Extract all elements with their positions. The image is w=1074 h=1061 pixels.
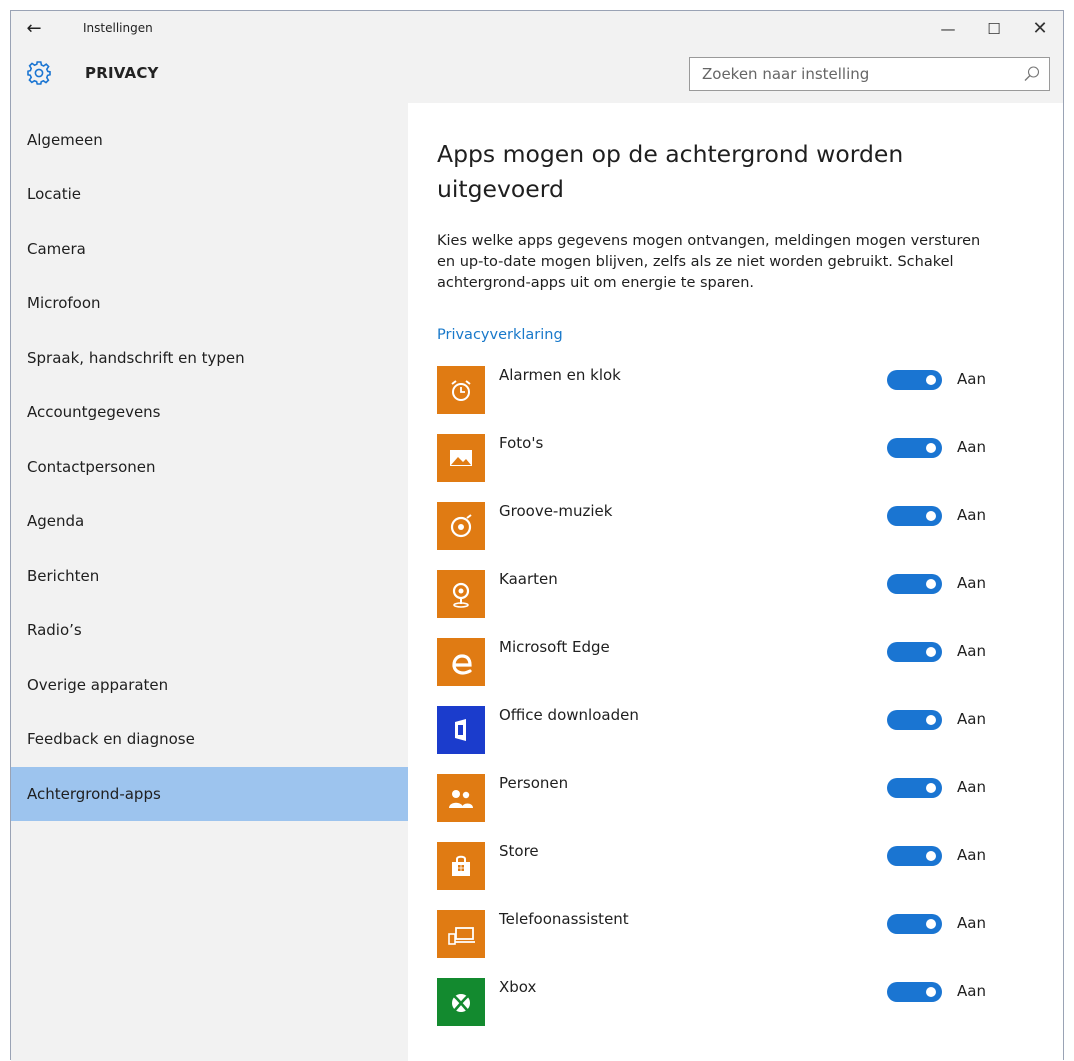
toggle-knob [926, 783, 936, 793]
sidebar-item-achtergrond-apps[interactable]: Achtergrond-apps [11, 767, 408, 821]
toggle-knob [926, 579, 936, 589]
section-title: PRIVACY [85, 64, 159, 82]
edge-icon [437, 638, 485, 686]
toggle-knob [926, 511, 936, 521]
toggle-state-label: Aan [957, 370, 986, 388]
sidebar-item-berichten[interactable]: Berichten [11, 549, 408, 603]
settings-window: ← Instellingen — ☐ ✕ PRIVACY Algemeen Lo… [10, 10, 1064, 1061]
people-icon [437, 774, 485, 822]
toggle-state-label: Aan [957, 778, 986, 796]
toggle-state-label: Aan [957, 506, 986, 524]
phone-companion-icon [437, 910, 485, 958]
app-name: Foto's [499, 434, 544, 452]
background-toggle[interactable] [887, 370, 942, 390]
toggle-state-label: Aan [957, 438, 986, 456]
sidebar-item-radios[interactable]: Radio’s [11, 603, 408, 657]
store-icon [437, 842, 485, 890]
background-toggle[interactable] [887, 710, 942, 730]
groove-music-icon [437, 502, 485, 550]
privacy-statement-link[interactable]: Privacyverklaring [437, 327, 563, 343]
photos-icon [437, 434, 485, 482]
maximize-button[interactable]: ☐ [971, 11, 1017, 47]
background-toggle[interactable] [887, 438, 942, 458]
toggle-knob [926, 919, 936, 929]
app-row: Kaarten Aan [437, 570, 1017, 620]
app-name: Alarmen en klok [499, 366, 621, 384]
xbox-icon [437, 978, 485, 1026]
toggle-knob [926, 851, 936, 861]
background-toggle[interactable] [887, 642, 942, 662]
app-row: Telefoonassistent Aan [437, 910, 1017, 960]
background-toggle[interactable] [887, 846, 942, 866]
toggle-state-label: Aan [957, 574, 986, 592]
sidebar: Algemeen Locatie Camera Microfoon Spraak… [11, 103, 408, 1061]
toggle-state-label: Aan [957, 982, 986, 1000]
app-row: Store Aan [437, 842, 1017, 892]
app-row: Personen Aan [437, 774, 1017, 824]
app-name: Telefoonassistent [499, 910, 629, 928]
back-button[interactable]: ← [21, 16, 47, 42]
app-name: Personen [499, 774, 569, 792]
toggle-knob [926, 375, 936, 385]
app-name: Store [499, 842, 539, 860]
sidebar-item-camera[interactable]: Camera [11, 222, 408, 276]
gear-icon [27, 61, 51, 85]
alarm-clock-icon [437, 366, 485, 414]
sidebar-item-spraak[interactable]: Spraak, handschrift en typen [11, 331, 408, 385]
settings-header: PRIVACY [11, 47, 1063, 103]
sidebar-item-agenda[interactable]: Agenda [11, 494, 408, 548]
maps-icon [437, 570, 485, 618]
sidebar-item-algemeen[interactable]: Algemeen [11, 113, 408, 167]
arrow-left-icon: ← [26, 18, 42, 39]
app-name: Groove-muziek [499, 502, 613, 520]
app-name: Office downloaden [499, 706, 639, 724]
toggle-knob [926, 987, 936, 997]
app-row: Xbox Aan [437, 978, 1017, 1028]
office-icon [437, 706, 485, 754]
background-toggle[interactable] [887, 574, 942, 594]
background-toggle[interactable] [887, 778, 942, 798]
sidebar-item-accountgegevens[interactable]: Accountgegevens [11, 385, 408, 439]
app-name: Microsoft Edge [499, 638, 610, 656]
search-input[interactable] [690, 58, 1022, 90]
search-box[interactable] [689, 57, 1050, 91]
sidebar-item-contactpersonen[interactable]: Contactpersonen [11, 440, 408, 494]
toggle-knob [926, 715, 936, 725]
sidebar-item-overige-apparaten[interactable]: Overige apparaten [11, 658, 408, 712]
window-title: Instellingen [83, 21, 153, 35]
page-description: Kies welke apps gegevens mogen ontvangen… [437, 233, 981, 291]
toggle-knob [926, 647, 936, 657]
toggle-state-label: Aan [957, 846, 986, 864]
toggle-knob [926, 443, 936, 453]
title-bar: ← Instellingen — ☐ ✕ [11, 11, 1063, 47]
sidebar-item-microfoon[interactable]: Microfoon [11, 276, 408, 330]
search-icon[interactable] [1023, 65, 1041, 83]
minimize-button[interactable]: — [925, 11, 971, 47]
background-toggle[interactable] [887, 982, 942, 1002]
toggle-state-label: Aan [957, 642, 986, 660]
page-title: Apps mogen op de achtergrond worden uitg… [437, 140, 904, 203]
background-toggle[interactable] [887, 914, 942, 934]
sidebar-item-feedback[interactable]: Feedback en diagnose [11, 712, 408, 766]
toggle-state-label: Aan [957, 914, 986, 932]
app-name: Kaarten [499, 570, 558, 588]
app-row: Microsoft Edge Aan [437, 638, 1017, 688]
close-button[interactable]: ✕ [1017, 11, 1063, 47]
app-row: Office downloaden Aan [437, 706, 1017, 756]
toggle-state-label: Aan [957, 710, 986, 728]
app-row: Alarmen en klok Aan [437, 366, 1017, 416]
main-content: Apps mogen op de achtergrond worden uitg… [408, 103, 1063, 1061]
app-name: Xbox [499, 978, 537, 996]
background-toggle[interactable] [887, 506, 942, 526]
app-row: Foto's Aan [437, 434, 1017, 484]
sidebar-item-locatie[interactable]: Locatie [11, 167, 408, 221]
app-row: Groove-muziek Aan [437, 502, 1017, 552]
